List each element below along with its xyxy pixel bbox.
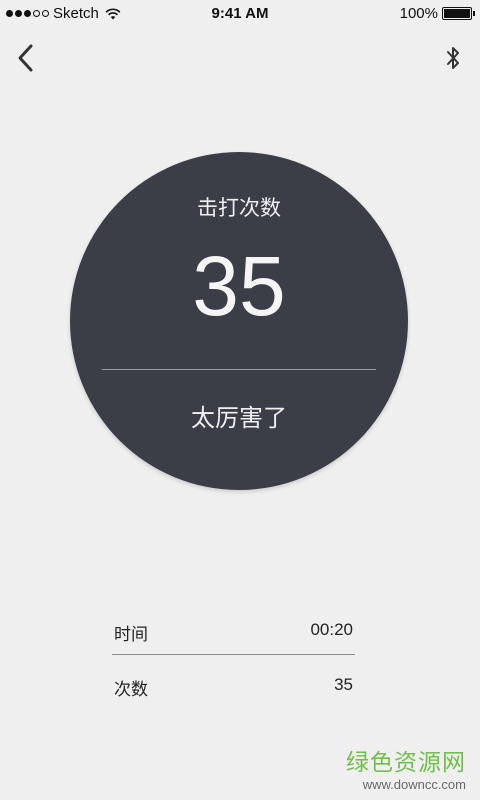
stat-value-count: 35 [334,675,353,694]
status-bar: Sketch 9:41 AM 100% [0,0,480,28]
battery-percent: 100% [399,5,438,22]
stat-label-time: 时间 [114,625,148,645]
hit-count-label: 击打次数 [197,196,281,220]
bluetooth-icon[interactable] [444,44,462,72]
watermark: 绿色资源网 www.downcc.com [346,743,466,792]
status-right: 100% [399,5,475,22]
circle-divider [102,369,376,370]
hit-counter-circle: 击打次数 35 太厉害了 [70,152,408,490]
battery-icon [442,7,475,20]
stats-divider [112,654,355,655]
stat-value-time: 00:20 [310,620,353,639]
stats-panel: 时间 00:20 次数 35 [112,612,355,707]
praise-text: 太厉害了 [191,404,287,432]
hit-count-value: 35 [192,239,286,333]
watermark-logo: 绿色资源网 [346,750,466,776]
chevron-left-icon[interactable] [14,42,38,74]
stat-row-time: 时间 00:20 [112,612,355,652]
watermark-url: www.downcc.com [362,777,466,792]
stat-label-count: 次数 [114,680,148,700]
stat-row-count: 次数 35 [112,667,355,707]
